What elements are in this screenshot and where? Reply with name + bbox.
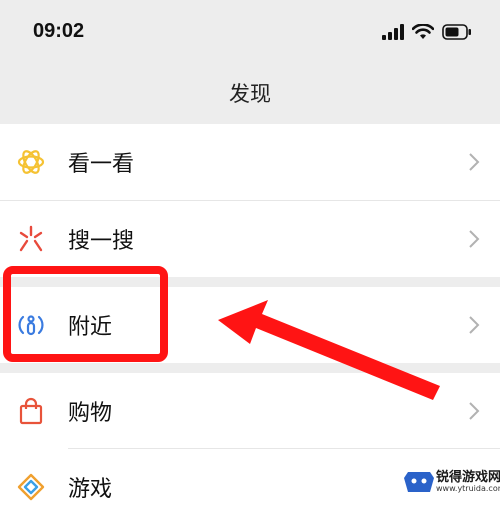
chevron-right-icon bbox=[469, 230, 480, 248]
look-icon bbox=[17, 150, 45, 174]
menu-item-label: 搜一搜 bbox=[68, 229, 135, 254]
status-time: 09:02 bbox=[33, 20, 85, 42]
menu-item-label: 附近 bbox=[68, 315, 113, 340]
nav-bar: 发现 bbox=[0, 68, 500, 122]
page-title: 发现 bbox=[229, 82, 271, 106]
nearby-icon bbox=[18, 315, 44, 336]
watermark-text: 锐得游戏网 bbox=[436, 470, 500, 485]
menu-item-shopping[interactable]: 购物 bbox=[0, 373, 500, 449]
section-gap bbox=[0, 277, 500, 287]
chevron-right-icon bbox=[469, 153, 480, 171]
status-bar: 09:02 bbox=[0, 0, 500, 68]
section-gap bbox=[0, 363, 500, 373]
watermark-url: www.ytruida.com bbox=[436, 484, 500, 493]
signal-icon bbox=[382, 24, 404, 40]
chevron-right-icon bbox=[469, 402, 480, 420]
wifi-icon bbox=[412, 24, 434, 39]
menu-item-search[interactable]: 搜一搜 bbox=[0, 200, 500, 277]
chevron-right-icon bbox=[469, 316, 480, 334]
search-burst-icon bbox=[19, 225, 43, 252]
menu-item-label: 看一看 bbox=[68, 152, 135, 177]
menu-item-label: 购物 bbox=[68, 401, 113, 426]
menu-item-label: 游戏 bbox=[68, 477, 113, 502]
menu-item-look[interactable]: 看一看 bbox=[0, 124, 500, 200]
battery-icon bbox=[442, 24, 471, 40]
shopping-bag-icon bbox=[19, 397, 43, 425]
game-icon bbox=[17, 473, 45, 501]
menu-item-nearby[interactable]: 附近 bbox=[0, 287, 500, 363]
status-icons bbox=[382, 24, 472, 40]
